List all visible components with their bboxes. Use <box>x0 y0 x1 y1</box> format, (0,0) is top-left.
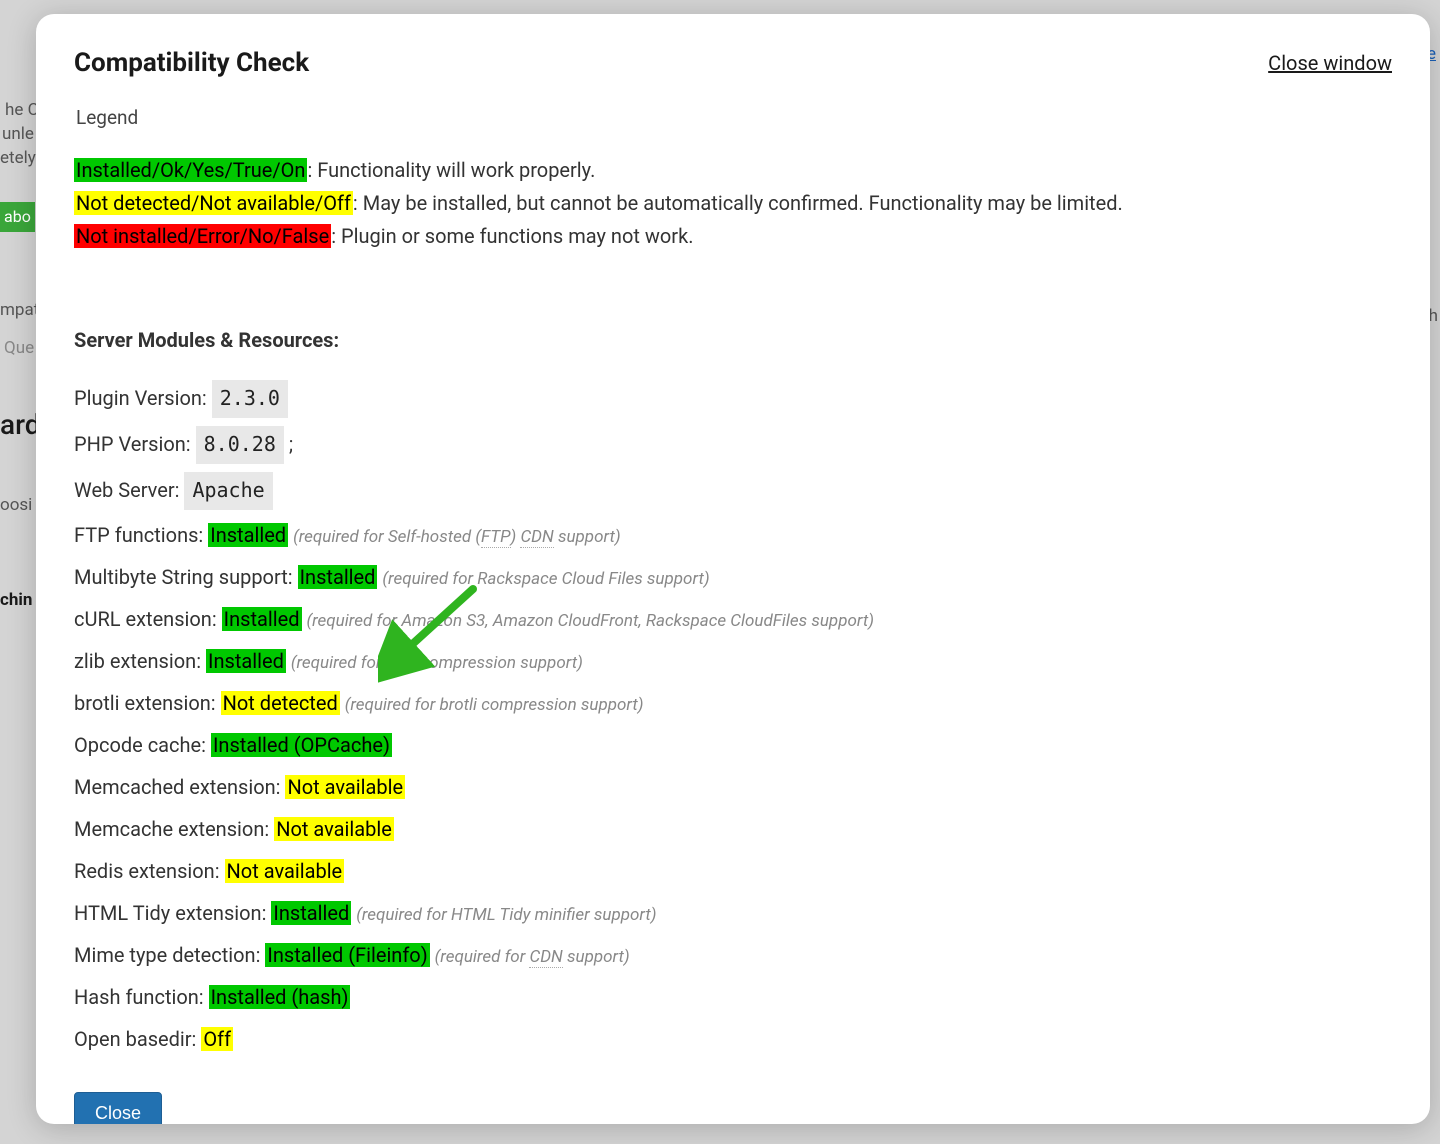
bg-text: mpat <box>0 300 39 320</box>
memcached-label: Memcached extension: <box>74 775 280 799</box>
htmltidy-label: HTML Tidy extension: <box>74 901 266 925</box>
opcode-label: Opcode cache: <box>74 733 206 757</box>
opcode-status: Installed (OPCache) <box>211 733 392 757</box>
legend-warn-desc: : May be installed, but cannot be automa… <box>353 191 1123 215</box>
hash-label: Hash function: <box>74 985 204 1009</box>
plugin-version-label: Plugin Version: <box>74 386 207 410</box>
mime-label: Mime type detection: <box>74 943 260 967</box>
legend-warn-label: Not detected/Not available/Off <box>74 191 353 215</box>
brotli-hint: (required for brotli compression support… <box>345 695 644 715</box>
close-button[interactable]: Close <box>74 1092 162 1124</box>
php-version-suffix: ; <box>289 432 293 456</box>
mbstring-hint: (required for Rackspace Cloud Files supp… <box>382 569 709 589</box>
memcache-status: Not available <box>274 817 394 841</box>
ftp-row: FTP functions: Installed (required for S… <box>74 518 1392 552</box>
openbasedir-label: Open basedir: <box>74 1027 196 1051</box>
zlib-label: zlib extension: <box>74 649 201 673</box>
opcode-row: Opcode cache: Installed (OPCache) <box>74 728 1392 762</box>
hash-status: Installed (hash) <box>209 985 351 1009</box>
zlib-row: zlib extension: Installed (required for … <box>74 644 1392 678</box>
curl-status: Installed <box>222 607 302 631</box>
memcache-label: Memcache extension: <box>74 817 269 841</box>
redis-label: Redis extension: <box>74 859 220 883</box>
bg-text: unle <box>2 124 34 144</box>
legend-ok-row: Installed/Ok/Yes/True/On: Functionality … <box>74 155 1392 186</box>
redis-row: Redis extension: Not available <box>74 854 1392 888</box>
curl-label: cURL extension: <box>74 607 217 631</box>
legend-ok-label: Installed/Ok/Yes/True/On <box>74 158 307 182</box>
memcached-row: Memcached extension: Not available <box>74 770 1392 804</box>
mbstring-label: Multibyte String support: <box>74 565 293 589</box>
ftp-hint: (required for Self-hosted (FTP) CDN supp… <box>293 527 621 548</box>
curl-hint: (required for Amazon S3, Amazon CloudFro… <box>306 611 874 631</box>
web-server-row: Web Server: Apache <box>74 472 1392 510</box>
modal-title: Compatibility Check <box>74 48 309 78</box>
memcache-row: Memcache extension: Not available <box>74 812 1392 846</box>
memcached-status: Not available <box>285 775 405 799</box>
php-version-row: PHP Version: 8.0.28 ; <box>74 426 1392 464</box>
brotli-status: Not detected <box>221 691 340 715</box>
htmltidy-hint: (required for HTML Tidy minifier support… <box>356 905 656 925</box>
bg-green-bar: abo <box>0 202 35 232</box>
zlib-status: Installed <box>206 649 286 673</box>
legend-ok-desc: : Functionality will work properly. <box>307 158 595 182</box>
brotli-row: brotli extension: Not detected (required… <box>74 686 1392 720</box>
bg-text: ard <box>0 408 41 441</box>
curl-row: cURL extension: Installed (required for … <box>74 602 1392 636</box>
hash-row: Hash function: Installed (hash) <box>74 980 1392 1014</box>
modal-header: Compatibility Check Close window <box>74 48 1392 78</box>
mime-hint: (required for CDN support) <box>435 947 630 968</box>
php-version-value: 8.0.28 <box>196 426 284 464</box>
legend-err-desc: : Plugin or some functions may not work. <box>331 224 693 248</box>
legend-err-row: Not installed/Error/No/False: Plugin or … <box>74 221 1392 252</box>
web-server-value: Apache <box>184 472 272 510</box>
mime-row: Mime type detection: Installed (Fileinfo… <box>74 938 1392 972</box>
legend-err-label: Not installed/Error/No/False <box>74 224 331 248</box>
bg-text: he C <box>5 100 39 120</box>
htmltidy-row: HTML Tidy extension: Installed (required… <box>74 896 1392 930</box>
ftp-label: FTP functions: <box>74 523 203 547</box>
openbasedir-row: Open basedir: Off <box>74 1022 1392 1056</box>
bg-text: etely <box>0 148 36 168</box>
plugin-version-value: 2.3.0 <box>212 380 288 418</box>
htmltidy-status: Installed <box>271 901 351 925</box>
compatibility-check-modal: Compatibility Check Close window Legend … <box>36 14 1430 1124</box>
brotli-label: brotli extension: <box>74 691 216 715</box>
redis-status: Not available <box>225 859 345 883</box>
server-modules-title: Server Modules & Resources: <box>74 328 1392 352</box>
web-server-label: Web Server: <box>74 478 179 502</box>
zlib-hint: (required for gzip compression support) <box>291 653 583 673</box>
mbstring-row: Multibyte String support: Installed (req… <box>74 560 1392 594</box>
ftp-status: Installed <box>208 523 288 547</box>
openbasedir-status: Off <box>201 1027 233 1051</box>
bg-text: Que <box>4 338 34 358</box>
legend-title: Legend <box>76 106 1392 129</box>
legend-warn-row: Not detected/Not available/Off: May be i… <box>74 188 1392 219</box>
mbstring-status: Installed <box>298 565 378 589</box>
bg-text: chin <box>0 590 32 610</box>
bg-text: oosi <box>0 495 32 515</box>
php-version-label: PHP Version: <box>74 432 191 456</box>
mime-status: Installed (Fileinfo) <box>265 943 429 967</box>
plugin-version-row: Plugin Version: 2.3.0 <box>74 380 1392 418</box>
close-window-link[interactable]: Close window <box>1268 51 1392 75</box>
